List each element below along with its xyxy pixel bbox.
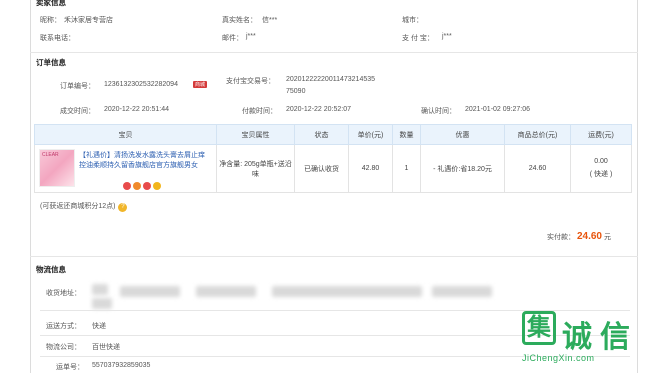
confirm-time-value: 2021-01-02 09:27:06 (465, 106, 530, 113)
col-header-shipping: 运费(元) (570, 124, 632, 145)
help-icon[interactable]: ? (118, 203, 128, 212)
col-header-total: 商品总价(元) (504, 124, 571, 145)
col-header-attr: 宝贝属性 (216, 124, 295, 145)
points-note: (可获返还商城积分12点)? (40, 201, 128, 212)
order-no-value: 1236132302532282094 (104, 81, 178, 88)
seller-real-name-label: 真实姓名： (222, 17, 257, 24)
order-items-table: 宝贝 宝贝属性 状态 单价(元) 数量 优惠 商品总价(元) 运费(元) CLE… (34, 124, 632, 193)
paid-total-amount: 24.60 (576, 231, 602, 242)
discount-cell: - 礼遇价:省18.20元 (420, 144, 505, 193)
qty-cell: 1 (392, 144, 421, 193)
product-title-link[interactable]: 【礼遇价】清扬洗发水露洗头膏去屑止痒控油柔顺持久留香旗舰店官方旗舰男女 (79, 151, 207, 171)
table-header-row: 宝贝 宝贝属性 状态 单价(元) 数量 优惠 商品总价(元) 运费(元) (34, 124, 632, 145)
paid-total-label: 实付款： (547, 234, 575, 241)
seller-city-label: 城市： (402, 17, 423, 24)
address-label: 收货地址： (46, 290, 81, 297)
alipay-trade-value-1: 20201222220011473214535 (286, 76, 376, 83)
paid-time-value: 2020-12-22 20:52:07 (286, 106, 351, 113)
seller-email-label: 邮件： (222, 35, 243, 42)
col-header-item: 宝贝 (34, 124, 217, 145)
divider (30, 52, 638, 53)
seller-alipay-value: j*** (442, 33, 452, 40)
tracking-no-value: 557037932859035 (92, 362, 151, 369)
confirm-time-label: 确认时间： (421, 108, 456, 115)
col-header-qty: 数量 (392, 124, 421, 145)
table-row: CLEAR 【礼遇价】清扬洗发水露洗头膏去屑止痒控油柔顺持久留香旗舰店官方旗舰男… (34, 144, 632, 193)
watermark-char: 诚 (562, 321, 592, 354)
divider (30, 256, 638, 257)
watermark-logo: 集 诚 信 JiChengXin.com (522, 311, 642, 369)
seller-real-name-value: 信*** (262, 17, 278, 24)
product-attr-cell: 净含量: 205g单瓶+送沿味 (216, 144, 295, 193)
order-section-title: 订单信息 (36, 58, 66, 67)
seller-alipay-label: 支 付 宝： (402, 35, 434, 42)
paid-time-label: 付款时间： (242, 108, 277, 115)
product-cell: CLEAR 【礼遇价】清扬洗发水露洗头膏去屑止痒控油柔顺持久留香旗舰店官方旗舰男… (34, 144, 217, 193)
redacted-address (120, 286, 180, 297)
watermark-char: 集 (522, 311, 556, 345)
logistics-company-label: 物流公司： (46, 344, 81, 351)
alipay-trade-label: 支付宝交易号： (226, 78, 275, 85)
col-header-status: 状态 (294, 124, 349, 145)
redacted-address (432, 286, 492, 297)
seller-nick-label: 昵称： (40, 17, 61, 24)
tracking-no-label: 运单号： (56, 364, 84, 371)
seller-email-value: j*** (246, 33, 256, 40)
paid-total: 实付款： 24.60 元 (547, 231, 611, 242)
logistics-company-value: 百世快递 (92, 344, 120, 351)
price-cell: 42.80 (348, 144, 393, 193)
redacted-address (92, 284, 108, 295)
col-header-price: 单价(元) (348, 124, 393, 145)
points-note-text: (可获返还商城积分12点) (40, 203, 116, 210)
total-cell: 24.60 (504, 144, 571, 193)
shipping-cell: 0.00 ( 快递 ) (570, 144, 632, 193)
order-no-label: 订单编号： (60, 83, 95, 90)
seller-phone-label: 联系电话： (40, 35, 75, 42)
watermark-url: JiChengXin.com (522, 353, 595, 363)
seller-nick-value: 禾沐家居专营店 (64, 17, 113, 24)
paid-total-unit: 元 (603, 234, 611, 241)
product-thumbnail[interactable]: CLEAR (39, 149, 75, 187)
watermark-char: 信 (600, 321, 630, 354)
shipping-fee: 0.00 (594, 158, 608, 165)
alipay-trade-value-2: 75090 (286, 88, 306, 95)
created-time-value: 2020-12-22 20:51:44 (104, 106, 169, 113)
shipping-method-value: 快递 (92, 323, 106, 330)
status-cell: 已确认收货 (294, 144, 349, 193)
badge-icon[interactable] (123, 182, 131, 190)
shipping-note: ( 快递 ) (589, 171, 613, 178)
shipping-method-label: 运送方式： (46, 323, 81, 330)
seller-section-title: 卖家信息 (36, 0, 66, 7)
badge-icon[interactable] (133, 182, 141, 190)
created-time-label: 成交时间： (60, 108, 95, 115)
service-badges (123, 182, 163, 192)
redacted-address (272, 286, 422, 297)
mall-badge: 商城 (193, 81, 208, 88)
redacted-address (196, 286, 256, 297)
badge-icon[interactable] (153, 182, 161, 190)
col-header-discount: 优惠 (420, 124, 505, 145)
redacted-address (92, 298, 112, 309)
logistics-section-title: 物流信息 (36, 265, 66, 274)
badge-icon[interactable] (143, 182, 151, 190)
